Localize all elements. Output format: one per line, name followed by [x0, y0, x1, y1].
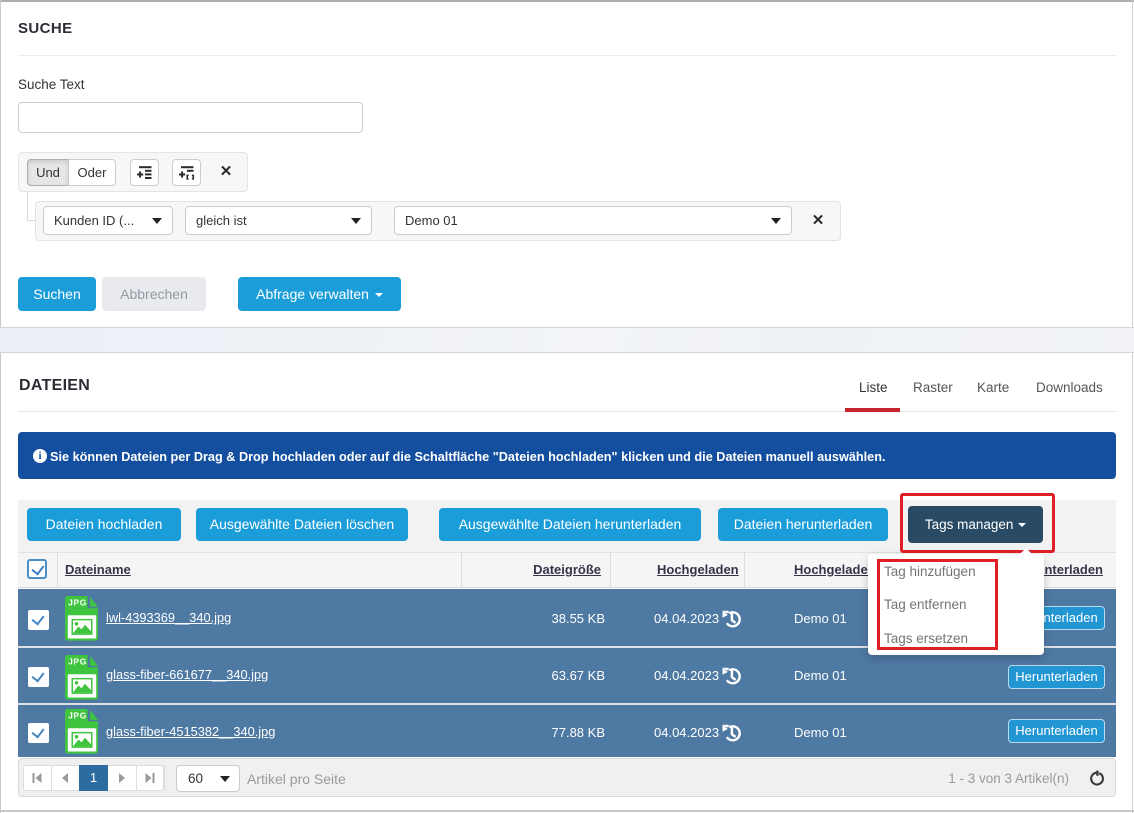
svg-text:JPG: JPG — [68, 710, 87, 720]
svg-text:JPG: JPG — [68, 656, 87, 666]
svg-text:JPG: JPG — [68, 597, 87, 607]
